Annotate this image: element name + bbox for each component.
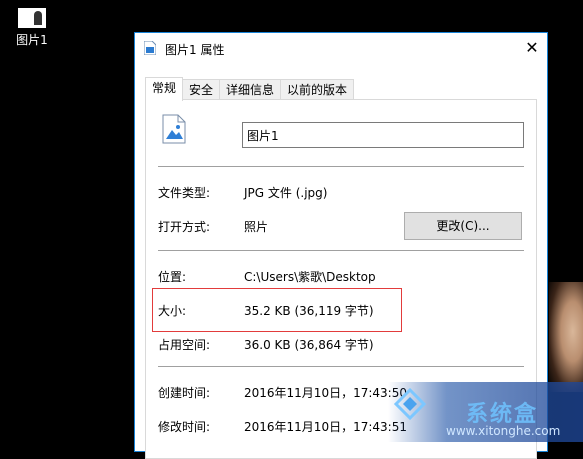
divider bbox=[158, 366, 524, 367]
modified-value: 2016年11月10日，17:43:51 bbox=[244, 420, 407, 434]
open-with-value: 照片 bbox=[244, 220, 269, 234]
desktop-file-icon[interactable]: 图片1 bbox=[12, 8, 52, 48]
size-highlight-box bbox=[152, 288, 402, 332]
tab-previous-versions[interactable]: 以前的版本 bbox=[280, 79, 355, 100]
image-thumbnail-icon bbox=[18, 8, 46, 28]
location-label: 位置: bbox=[158, 270, 187, 284]
divider bbox=[158, 166, 524, 167]
tab-security[interactable]: 安全 bbox=[182, 79, 221, 100]
window-title: 图片1 属性 bbox=[165, 43, 225, 57]
open-with-label: 打开方式: bbox=[158, 220, 211, 234]
desktop-file-label: 图片1 bbox=[16, 33, 48, 47]
divider bbox=[158, 250, 524, 251]
disk-size-label: 占用空间: bbox=[158, 338, 211, 352]
title-bar: 图片1 属性 ✕ bbox=[135, 33, 547, 63]
tab-strip: 常规 安全 详细信息 以前的版本 bbox=[145, 77, 355, 101]
file-type-value: JPG 文件 (.jpg) bbox=[244, 186, 328, 200]
tab-general[interactable]: 常规 bbox=[145, 77, 184, 101]
modified-label: 修改时间: bbox=[158, 420, 211, 434]
watermark-url: www.xitonghe.com bbox=[446, 424, 561, 438]
disk-size-value: 36.0 KB (36,864 字节) bbox=[244, 338, 374, 352]
file-type-label: 文件类型: bbox=[158, 186, 211, 200]
location-value: C:\Users\紫歌\Desktop bbox=[244, 270, 376, 284]
image-file-icon bbox=[144, 41, 156, 55]
image-file-icon bbox=[162, 114, 186, 144]
watermark-logo-icon bbox=[394, 388, 426, 420]
created-value: 2016年11月10日，17:43:50 bbox=[244, 386, 407, 400]
file-name-input[interactable] bbox=[242, 122, 524, 148]
change-button[interactable]: 更改(C)... bbox=[404, 212, 522, 240]
watermark: 系统盒 www.xitonghe.com bbox=[388, 382, 583, 442]
background-photo bbox=[549, 282, 583, 392]
tab-details[interactable]: 详细信息 bbox=[219, 79, 282, 100]
created-label: 创建时间: bbox=[158, 386, 211, 400]
close-button[interactable]: ✕ bbox=[517, 33, 547, 63]
